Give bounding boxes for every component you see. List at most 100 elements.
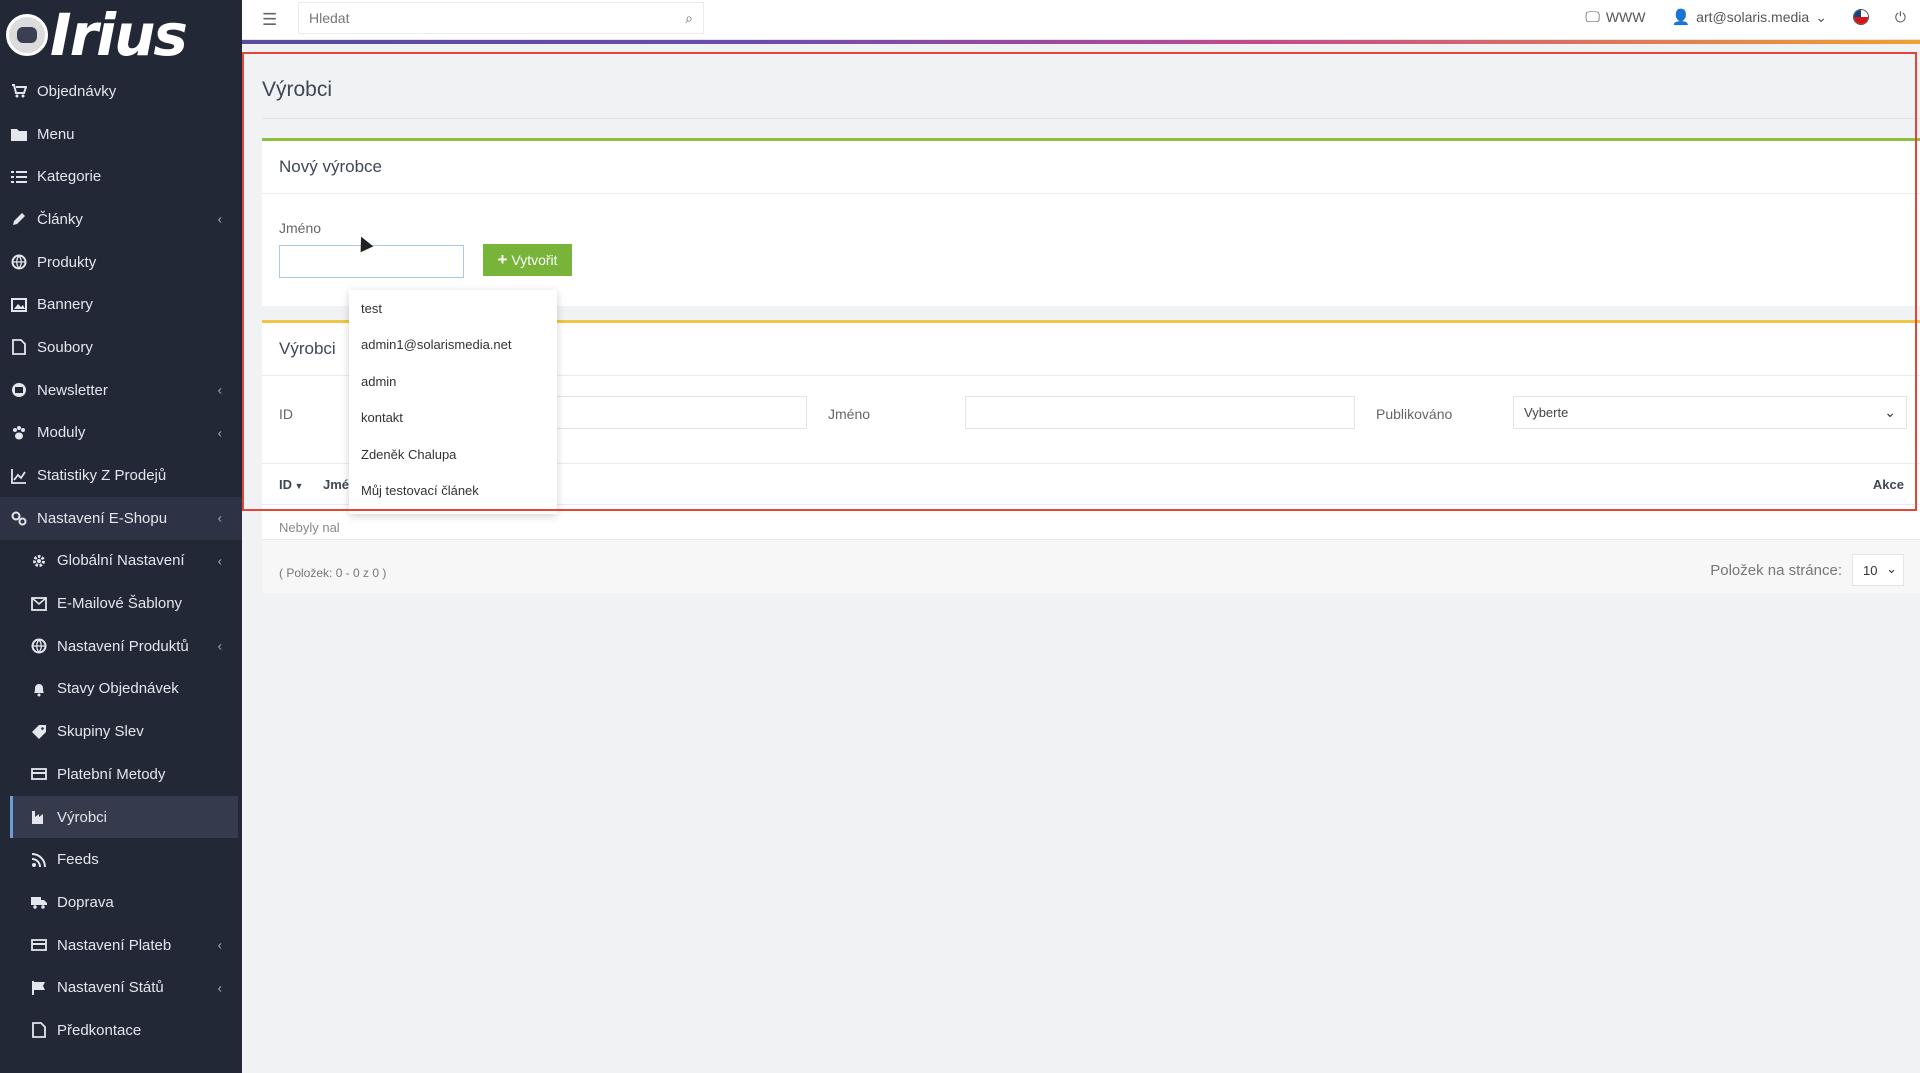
panel-title: Nový výrobce bbox=[262, 141, 1920, 194]
sidebar-item-label: Statistiky Z Prodejů bbox=[37, 467, 167, 485]
search-icon[interactable]: ⌕ bbox=[685, 10, 693, 27]
sidebar-subitem-nastaveni-statu[interactable]: Nastavení Států ‹ bbox=[0, 966, 242, 1009]
page-title: Výrobci bbox=[262, 78, 333, 101]
sidebar-item-menu[interactable]: Menu bbox=[0, 113, 242, 156]
user-menu[interactable]: 👤 art@solaris.media ⌄ bbox=[1671, 8, 1827, 27]
chevron-left-icon: ‹ bbox=[217, 553, 222, 569]
sidebar-item-label: Nastavení Produktů bbox=[57, 637, 189, 655]
logo[interactable]: Irius bbox=[0, 0, 242, 70]
power-icon: ⏻ bbox=[1894, 8, 1906, 25]
new-manufacturer-panel: Nový výrobce Jméno + Vytvořit bbox=[262, 138, 1920, 306]
user-icon: 👤 bbox=[1671, 9, 1691, 26]
file-icon bbox=[30, 1021, 48, 1039]
autocomplete-option[interactable]: admin bbox=[349, 363, 557, 400]
sidebar-item-label: Bannery bbox=[37, 296, 93, 314]
sidebar-item-bannery[interactable]: Bannery bbox=[0, 283, 242, 326]
sidebar-item-label: Články bbox=[37, 210, 83, 228]
sidebar-item-label: Soubory bbox=[37, 338, 93, 356]
mail-icon bbox=[30, 595, 48, 613]
gear-icon bbox=[30, 552, 48, 570]
czech-flag-icon bbox=[1852, 9, 1869, 25]
filter-id-label: ID bbox=[279, 406, 293, 422]
sidebar-subitem-nastaveni-produktu[interactable]: Nastavení Produktů ‹ bbox=[0, 625, 242, 668]
autocomplete-option[interactable]: admin1@solarismedia.net bbox=[349, 327, 557, 364]
mascot-icon bbox=[6, 14, 48, 56]
bell-icon bbox=[30, 680, 48, 698]
factory-icon bbox=[30, 808, 48, 826]
filter-published-select[interactable]: Vyberte ⌄ bbox=[1513, 396, 1907, 429]
sidebar-subitem-vyrobci[interactable]: Výrobci bbox=[10, 795, 238, 839]
per-page-label: Položek na stránce: bbox=[1710, 562, 1842, 579]
sidebar-item-label: Doprava bbox=[57, 893, 114, 911]
sidebar-item-label: Nastavení E-Shopu bbox=[37, 509, 168, 527]
create-button[interactable]: + Vytvořit bbox=[483, 244, 572, 276]
cart-icon bbox=[10, 82, 28, 100]
sidebar-subitem-predkontace[interactable]: Předkontace bbox=[0, 1009, 242, 1052]
sidebar-subitem-globalni-nastaveni[interactable]: Globální Nastavení ‹ bbox=[0, 540, 242, 583]
chevron-left-icon: ‹ bbox=[217, 937, 222, 953]
sidebar-subitem-doprava[interactable]: Doprava bbox=[0, 881, 242, 924]
autocomplete-option[interactable]: kontakt bbox=[349, 400, 557, 437]
topbar: ☰ Hledat ⌕ 🖵 WWW 👤 art@solaris.media ⌄ ⏻ bbox=[242, 0, 1920, 40]
sidebar-item-label: Nastavení Států bbox=[57, 979, 164, 997]
folder-icon bbox=[10, 125, 28, 143]
sidebar-item-label: Globální Nastavení bbox=[57, 552, 185, 570]
divider bbox=[262, 118, 1920, 119]
chevron-left-icon: ‹ bbox=[217, 980, 222, 996]
sidebar-subitem-emailove-sablony[interactable]: E-Mailové Šablony bbox=[0, 582, 242, 625]
user-label: art@solaris.media bbox=[1696, 9, 1810, 25]
empty-message: Nebyly nal bbox=[279, 520, 340, 535]
column-id-header[interactable]: ID ▼ bbox=[279, 477, 303, 492]
sidebar-subitem-platebni-metody[interactable]: Platební Metody bbox=[0, 753, 242, 796]
name-label: Jméno bbox=[279, 220, 322, 236]
sidebar-item-newsletter[interactable]: Newsletter ‹ bbox=[0, 369, 242, 412]
hamburger-icon[interactable]: ☰ bbox=[262, 10, 277, 30]
chevron-down-icon: ⌄ bbox=[1886, 561, 1897, 576]
filter-name-input[interactable] bbox=[965, 396, 1355, 429]
power-button[interactable]: ⏻ bbox=[1895, 9, 1906, 26]
create-button-label: Vytvořit bbox=[511, 252, 558, 268]
topbar-gradient-line bbox=[242, 40, 1920, 44]
sidebar-item-label: Kategorie bbox=[37, 168, 102, 186]
name-input[interactable] bbox=[279, 245, 464, 278]
sidebar-item-label: E-Mailové Šablony bbox=[57, 595, 183, 613]
sidebar-item-label: Platební Metody bbox=[57, 765, 166, 783]
truck-icon bbox=[30, 893, 48, 911]
column-name-header[interactable]: Jmé bbox=[323, 477, 349, 492]
cogs-icon bbox=[10, 509, 28, 527]
per-page-value: 10 bbox=[1863, 563, 1878, 578]
autocomplete-option[interactable]: Můj testovací článek bbox=[349, 473, 557, 510]
card-icon bbox=[30, 936, 48, 954]
chevron-left-icon: ‹ bbox=[217, 510, 222, 526]
sidebar-item-label: Výrobci bbox=[57, 808, 108, 826]
sidebar-item-soubory[interactable]: Soubory bbox=[0, 326, 242, 369]
newsletter-icon bbox=[10, 381, 28, 399]
sidebar-item-nastaveni-eshopu[interactable]: Nastavení E-Shopu ‹ bbox=[0, 496, 242, 540]
sidebar-item-moduly[interactable]: Moduly ‹ bbox=[0, 412, 242, 455]
globe-icon bbox=[10, 253, 28, 271]
sidebar-item-clanky[interactable]: Články ‹ bbox=[0, 198, 242, 241]
chart-icon bbox=[10, 467, 28, 485]
chevron-down-icon: ⌄ bbox=[1815, 8, 1827, 25]
sidebar-item-kategorie[interactable]: Kategorie bbox=[0, 155, 242, 198]
sidebar-item-label: Nastavení Plateb bbox=[57, 936, 172, 954]
select-value: Vyberte bbox=[1524, 405, 1569, 420]
sidebar-item-label: Předkontace bbox=[57, 1021, 142, 1039]
sidebar-subitem-stavy-objednavek[interactable]: Stavy Objednávek bbox=[0, 668, 242, 711]
search-input[interactable]: Hledat ⌕ bbox=[298, 2, 704, 34]
sidebar-subitem-skupiny-slev[interactable]: Skupiny Slev bbox=[0, 710, 242, 753]
autocomplete-option[interactable]: test bbox=[349, 290, 557, 327]
sidebar-subitem-nastaveni-plateb[interactable]: Nastavení Plateb ‹ bbox=[0, 924, 242, 967]
sidebar-item-objednavky[interactable]: Objednávky bbox=[0, 70, 242, 113]
per-page-select[interactable]: 10 ⌄ bbox=[1852, 554, 1904, 586]
sidebar-subitem-feeds[interactable]: Feeds bbox=[0, 838, 242, 881]
autocomplete-option[interactable]: Zdeněk Chalupa bbox=[349, 436, 557, 473]
chevron-down-icon: ⌄ bbox=[1884, 404, 1896, 420]
language-flag[interactable] bbox=[1852, 9, 1869, 25]
paw-icon bbox=[10, 424, 28, 442]
item-count: ( Položek: 0 - 0 z 0 ) bbox=[279, 566, 387, 580]
sidebar-item-label: Moduly bbox=[37, 424, 86, 442]
sidebar-item-statistiky[interactable]: Statistiky Z Prodejů bbox=[0, 454, 242, 497]
sidebar-item-produkty[interactable]: Produkty bbox=[0, 241, 242, 284]
www-link[interactable]: 🖵 WWW bbox=[1585, 9, 1645, 26]
